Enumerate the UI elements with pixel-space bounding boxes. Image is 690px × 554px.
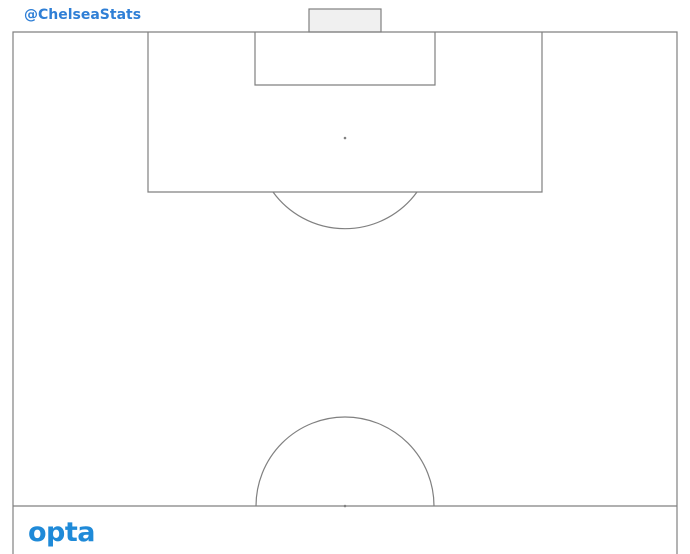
- six-yard-box: [254, 32, 436, 86]
- opta-logo: opta: [28, 517, 96, 548]
- goal: [308, 8, 382, 33]
- penalty-spot: [343, 136, 347, 140]
- center-circle: [255, 416, 435, 507]
- football-pitch-diagram: [12, 8, 678, 554]
- center-spot: [343, 504, 347, 508]
- pitch-boundary: [12, 31, 678, 506]
- penalty-area: [147, 32, 543, 193]
- penalty-arc: [272, 191, 418, 230]
